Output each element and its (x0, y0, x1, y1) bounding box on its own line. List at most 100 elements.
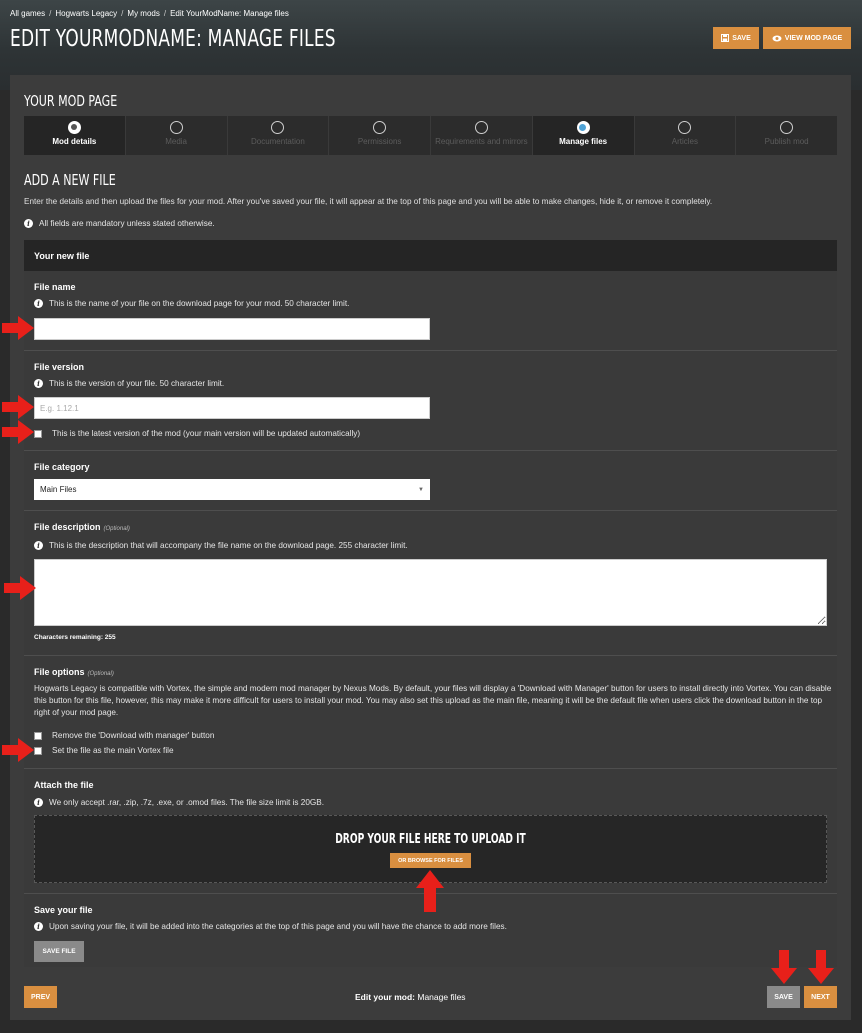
breadcrumb-separator: / (121, 9, 124, 18)
info-icon: i (34, 379, 43, 388)
breadcrumb-all-games[interactable]: All games (10, 9, 45, 18)
step-radio-icon (678, 121, 692, 134)
latest-version-text: This is the latest version of the mod (y… (52, 429, 361, 438)
file-name-input[interactable] (34, 318, 430, 340)
step-label: Articles (671, 137, 698, 146)
file-name-hint: i This is the name of your file on the d… (34, 299, 349, 308)
breadcrumb-game[interactable]: Hogwarts Legacy (55, 9, 117, 18)
add-file-title: ADD A NEW FILE (24, 171, 116, 189)
step-label: Publish mod (764, 137, 809, 146)
arrow-right-icon (2, 420, 34, 444)
file-description-label: File description (Optional) (34, 522, 130, 532)
file-category-label: File category (34, 462, 90, 472)
step-manage-files[interactable]: Manage files (532, 116, 635, 155)
save-file-hint-text: Upon saving your file, it will be added … (49, 922, 507, 931)
arrow-up-icon (416, 870, 444, 912)
arrow-right-icon (2, 738, 34, 762)
mandatory-note: i All fields are mandatory unless stated… (24, 219, 215, 228)
file-options-label: File options (Optional) (34, 667, 114, 677)
step-radio-icon (67, 121, 81, 134)
breadcrumb-my-mods[interactable]: My mods (127, 9, 159, 18)
footer-edit-value: Manage files (417, 992, 466, 1002)
file-options-label-text: File options (34, 667, 85, 677)
view-mod-page-button[interactable]: VIEW MOD PAGE (763, 27, 851, 49)
prev-button[interactable]: PREV (24, 986, 57, 1008)
row-divider (24, 350, 837, 351)
save-file-button[interactable]: SAVE FILE (34, 941, 84, 962)
arrow-right-icon (4, 576, 36, 600)
step-media[interactable]: Media (126, 116, 228, 155)
optional-tag: (Optional) (87, 671, 114, 677)
step-label: Mod details (52, 137, 97, 146)
step-articles[interactable]: Articles (635, 116, 737, 155)
chevron-down-icon: ▼ (418, 486, 424, 493)
latest-version-option: This is the latest version of the mod (y… (34, 429, 360, 438)
header-save-label: SAVE (732, 34, 751, 42)
browse-files-button[interactable]: OR BROWSE FOR FILES (390, 853, 471, 868)
arrow-right-icon (2, 316, 34, 340)
file-category-select[interactable]: Main Files ▼ (34, 479, 430, 500)
step-radio-icon (576, 121, 590, 134)
next-button[interactable]: NEXT (804, 986, 837, 1008)
latest-version-checkbox[interactable] (34, 429, 42, 438)
view-mod-page-label: VIEW MOD PAGE (784, 34, 843, 42)
main-vortex-checkbox[interactable] (34, 746, 42, 755)
file-options-description: Hogwarts Legacy is compatible with Vorte… (34, 684, 832, 717)
row-divider (24, 510, 837, 511)
breadcrumb-separator: / (49, 9, 52, 18)
step-radio-icon (474, 121, 488, 134)
row-divider (24, 450, 837, 451)
save-icon (721, 34, 730, 42)
row-divider (24, 655, 837, 656)
step-label: Documentation (250, 137, 305, 146)
optional-tag: (Optional) (103, 526, 130, 532)
file-version-hint: i This is the version of your file. 50 c… (34, 379, 224, 388)
save-file-label: Save your file (34, 905, 93, 915)
footer-save-button[interactable]: SAVE (767, 986, 800, 1008)
dropzone-title: DROP YOUR FILE HERE TO UPLOAD IT (335, 832, 526, 847)
step-label: Permissions (357, 137, 402, 146)
step-label: Manage files (559, 137, 608, 146)
arrow-down-icon (771, 950, 797, 984)
attach-file-label: Attach the file (34, 780, 94, 790)
step-radio-icon (373, 121, 387, 134)
step-permissions[interactable]: Permissions (329, 116, 431, 155)
file-description-hint: i This is the description that will acco… (34, 541, 408, 550)
step-radio-icon (780, 121, 794, 134)
arrow-right-icon (2, 395, 34, 419)
file-description-hint-text: This is the description that will accomp… (49, 541, 408, 550)
step-documentation[interactable]: Documentation (228, 116, 330, 155)
step-requirements[interactable]: Requirements and mirrors (431, 116, 533, 155)
eye-icon (772, 35, 782, 41)
remove-download-checkbox[interactable] (34, 731, 42, 740)
step-label: Media (165, 137, 188, 146)
footer-edit-label: Edit your mod: (355, 992, 415, 1002)
characters-remaining: Characters remaining: 255 (34, 634, 116, 641)
file-description-textarea[interactable] (34, 559, 827, 626)
attach-file-hint-text: We only accept .rar, .zip, .7z, .exe, or… (49, 798, 324, 807)
page-title: EDIT YOURMODNAME: MANAGE FILES (10, 26, 336, 52)
breadcrumb-separator: / (163, 9, 167, 18)
file-version-input[interactable] (34, 397, 430, 419)
breadcrumb: All games / Hogwarts Legacy / My mods / Edit Y… (10, 9, 289, 18)
footer-status: Edit your mod: Manage files (355, 992, 466, 1002)
info-icon: i (24, 219, 33, 228)
remove-download-text: Remove the 'Download with manager' butto… (52, 731, 215, 740)
main-vortex-text: Set the file as the main Vortex file (52, 746, 174, 755)
info-icon: i (34, 541, 43, 550)
mandatory-note-text: All fields are mandatory unless stated o… (39, 219, 215, 228)
form-title: Your new file (24, 240, 837, 271)
step-mod-details[interactable]: Mod details (24, 116, 126, 155)
info-icon: i (34, 798, 43, 807)
step-publish-mod[interactable]: Publish mod (736, 116, 837, 155)
file-name-label: File name (34, 282, 76, 292)
file-version-hint-text: This is the version of your file. 50 cha… (49, 379, 225, 388)
main-vortex-option: Set the file as the main Vortex file (34, 746, 174, 755)
info-icon: i (34, 922, 43, 931)
file-name-hint-text: This is the name of your file on the dow… (49, 299, 350, 308)
breadcrumb-current: Edit YourModName: Manage files (170, 9, 289, 18)
mod-page-title: YOUR MOD PAGE (24, 92, 118, 110)
info-icon: i (34, 299, 43, 308)
header-save-button[interactable]: SAVE (713, 27, 759, 49)
arrow-down-icon (808, 950, 834, 984)
